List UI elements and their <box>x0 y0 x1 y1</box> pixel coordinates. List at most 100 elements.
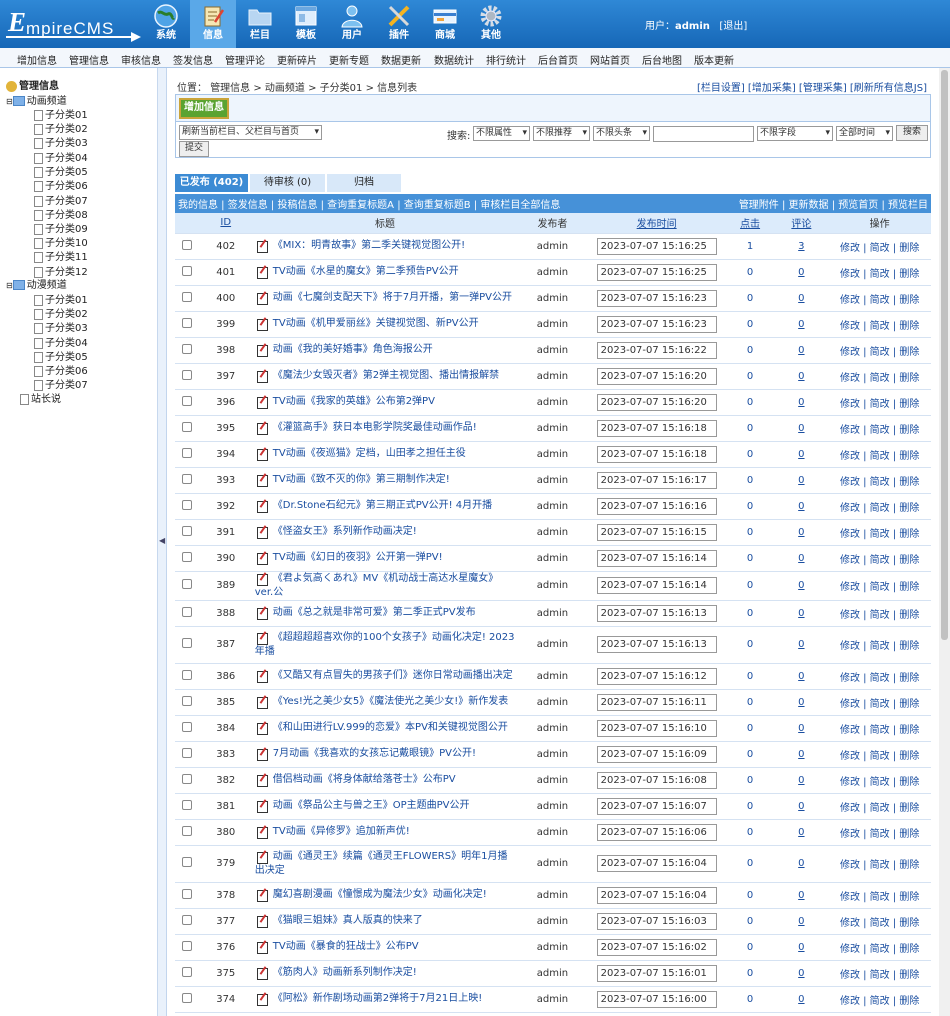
row-ops-links[interactable]: 修改 | 简改 | 删除 <box>840 321 919 332</box>
row-comments[interactable]: 0 <box>798 827 804 838</box>
header-clicks[interactable]: 点击 <box>740 219 760 230</box>
row-checkbox[interactable] <box>181 992 192 1003</box>
tree-item[interactable]: 子分类06 <box>34 177 88 192</box>
row-clicks[interactable]: 0 <box>747 527 753 538</box>
row-ops-links[interactable]: 修改 | 简改 | 删除 <box>840 373 919 384</box>
row-comments[interactable]: 0 <box>798 608 804 619</box>
tree-item[interactable]: 子分类09 <box>34 220 88 235</box>
row-time-field[interactable]: 2023-07-07 15:16:13 <box>596 604 717 622</box>
row-comments[interactable]: 0 <box>798 916 804 927</box>
row-checkbox[interactable] <box>181 888 192 899</box>
row-title-link[interactable]: 《和山田进行LV.999的恋爱》本PV和关键视觉图公开 <box>273 722 508 733</box>
row-ops-links[interactable]: 修改 | 简改 | 删除 <box>840 399 919 410</box>
edit-doc-icon[interactable] <box>256 551 269 565</box>
row-comments[interactable]: 0 <box>798 671 804 682</box>
row-ops-links[interactable]: 修改 | 简改 | 删除 <box>840 451 919 462</box>
row-time-field[interactable]: 2023-07-07 15:16:18 <box>596 419 717 437</box>
row-title-link[interactable]: 《猫眼三姐妹》真人版真的快来了 <box>273 915 423 926</box>
row-time-field[interactable]: 2023-07-07 15:16:23 <box>596 315 717 333</box>
edit-doc-icon[interactable] <box>256 317 269 331</box>
search-button[interactable]: 搜索 <box>896 125 928 141</box>
row-comments[interactable]: 0 <box>798 293 804 304</box>
row-comments[interactable]: 0 <box>798 449 804 460</box>
breadcrumb-right-links[interactable]: [栏目设置] [增加采集] [管理采集] [刷新所有信息JS] <box>697 79 927 94</box>
row-comments[interactable]: 0 <box>798 397 804 408</box>
breadcrumb-path[interactable]: 管理信息 > 动画频道 > 子分类01 > 信息列表 <box>210 83 417 94</box>
row-ops-links[interactable]: 修改 | 简改 | 删除 <box>840 582 919 593</box>
edit-doc-icon[interactable] <box>256 606 269 620</box>
row-title-link[interactable]: 《阿松》新作剧场动画第2弹将于7月21日上映! <box>273 993 482 1004</box>
header-comments[interactable]: 评论 <box>791 219 811 230</box>
row-clicks[interactable]: 0 <box>747 827 753 838</box>
menu-other[interactable]: 其他 <box>468 0 514 48</box>
row-comments[interactable]: 0 <box>798 801 804 812</box>
row-comments[interactable]: 0 <box>798 553 804 564</box>
edit-doc-icon[interactable] <box>256 395 269 409</box>
menu-column[interactable]: 栏目 <box>237 0 283 48</box>
column-settings-links[interactable]: [栏目设置] [增加采集] [管理采集] [刷新所有信息JS] <box>697 83 927 94</box>
menu-info[interactable]: 信息 <box>190 0 236 48</box>
row-checkbox[interactable] <box>181 966 192 977</box>
row-time-field[interactable]: 2023-07-07 15:16:17 <box>596 471 717 489</box>
subnav-manage-info[interactable]: 管理信息 <box>69 52 109 67</box>
row-comments[interactable]: 0 <box>798 994 804 1005</box>
edit-doc-icon[interactable] <box>256 799 269 813</box>
edit-doc-icon[interactable] <box>256 499 269 513</box>
row-clicks[interactable]: 0 <box>747 397 753 408</box>
row-comments[interactable]: 0 <box>798 697 804 708</box>
row-title-link[interactable]: 《君よ気高くあれ》MV《机动战士高达水星魔女》ver.公 <box>255 573 498 598</box>
row-title-link[interactable]: 《Yes!光之美少女5》《魔法使光之美少女!》新作发表 <box>273 696 509 707</box>
edit-doc-icon[interactable] <box>256 721 269 735</box>
menu-user[interactable]: 用户 <box>329 0 375 48</box>
edit-doc-icon[interactable] <box>256 572 269 586</box>
subnav-sign-info[interactable]: 签发信息 <box>173 52 213 67</box>
row-title-link[interactable]: TV动画《致不灭的你》第三期制作决定! <box>273 474 450 485</box>
submit-button[interactable]: 提交 <box>179 141 209 157</box>
row-clicks[interactable]: 0 <box>747 319 753 330</box>
row-comments[interactable]: 0 <box>798 580 804 591</box>
row-time-field[interactable]: 2023-07-07 15:16:00 <box>596 990 717 1008</box>
subnav-site-home[interactable]: 网站首页 <box>590 52 630 67</box>
row-time-field[interactable]: 2023-07-07 15:16:25 <box>596 237 717 255</box>
row-clicks[interactable]: 0 <box>747 639 753 650</box>
row-time-field[interactable]: 2023-07-07 15:16:08 <box>596 771 717 789</box>
row-ops-links[interactable]: 修改 | 简改 | 删除 <box>840 996 919 1007</box>
tree-item[interactable]: 子分类05 <box>34 163 88 178</box>
row-checkbox[interactable] <box>181 447 192 458</box>
row-clicks[interactable]: 0 <box>747 749 753 760</box>
row-time-field[interactable]: 2023-07-07 15:16:07 <box>596 797 717 815</box>
tree-item[interactable]: 子分类04 <box>34 149 88 164</box>
row-comments[interactable]: 0 <box>798 319 804 330</box>
row-ops-links[interactable]: 修改 | 简改 | 删除 <box>840 529 919 540</box>
edit-doc-icon[interactable] <box>256 773 269 787</box>
row-time-field[interactable]: 2023-07-07 15:16:25 <box>596 263 717 281</box>
row-ops-links[interactable]: 修改 | 简改 | 删除 <box>840 803 919 814</box>
menu-template[interactable]: 模板 <box>283 0 329 48</box>
row-comments[interactable]: 0 <box>798 723 804 734</box>
row-checkbox[interactable] <box>181 291 192 302</box>
subnav-version-update[interactable]: 版本更新 <box>694 52 734 67</box>
edit-doc-icon[interactable] <box>256 473 269 487</box>
row-title-link[interactable]: 《怪盗女王》系列新作动画决定! <box>273 526 417 537</box>
subnav-update-topics[interactable]: 更新专题 <box>329 52 369 67</box>
row-clicks[interactable]: 0 <box>747 697 753 708</box>
row-title-link[interactable]: 动画《祭品公主与兽之王》OP主题曲PV公开 <box>273 800 470 811</box>
add-info-button[interactable]: 增加信息 <box>179 98 229 119</box>
edit-doc-icon[interactable] <box>256 447 269 461</box>
row-checkbox[interactable] <box>181 669 192 680</box>
row-ops-links[interactable]: 修改 | 简改 | 删除 <box>840 970 919 981</box>
row-ops-links[interactable]: 修改 | 简改 | 删除 <box>840 673 919 684</box>
row-comments[interactable]: 0 <box>798 890 804 901</box>
time-filter-select[interactable]: 全部时间 <box>836 126 893 141</box>
row-clicks[interactable]: 0 <box>747 475 753 486</box>
edit-doc-icon[interactable] <box>256 888 269 902</box>
row-checkbox[interactable] <box>181 825 192 836</box>
subnav-add-info[interactable]: 增加信息 <box>17 52 57 67</box>
edit-doc-icon[interactable] <box>256 343 269 357</box>
row-title-link[interactable]: TV动画《夜巡猫》定档，山田孝之担任主役 <box>273 448 466 459</box>
row-checkbox[interactable] <box>181 940 192 951</box>
row-checkbox[interactable] <box>181 721 192 732</box>
edit-doc-icon[interactable] <box>256 992 269 1006</box>
tree-item[interactable]: 子分类02 <box>34 120 88 135</box>
refresh-select[interactable]: 刷新当前栏目、父栏目与首页 <box>179 125 322 140</box>
